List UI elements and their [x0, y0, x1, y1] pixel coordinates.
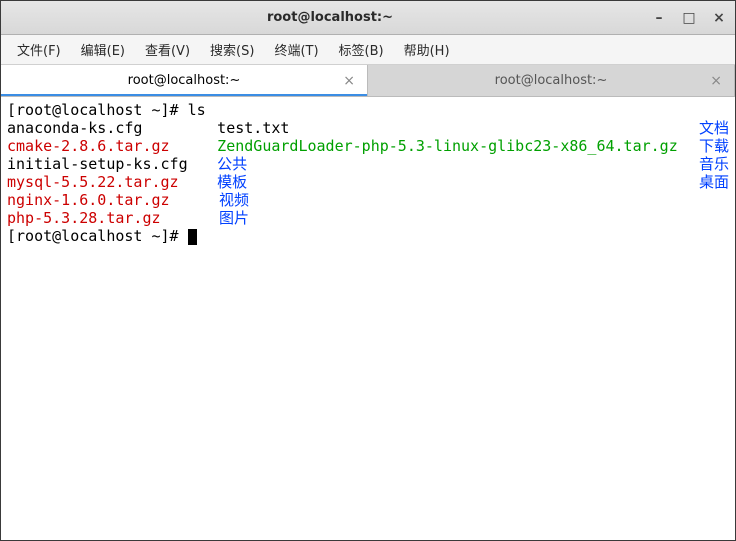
- file-anaconda: anaconda-ks.cfg: [7, 119, 217, 137]
- close-button[interactable]: ×: [711, 10, 727, 26]
- terminal-window: root@localhost:~ – □ × 文件(F) 编辑(E) 查看(V)…: [0, 0, 736, 541]
- tab-1[interactable]: root@localhost:~ ×: [1, 65, 368, 96]
- menubar: 文件(F) 编辑(E) 查看(V) 搜索(S) 终端(T) 标签(B) 帮助(H…: [1, 35, 735, 65]
- file-initial-setup: initial-setup-ks.cfg: [7, 155, 217, 173]
- ls-row-3: initial-setup-ks.cfg公共音乐: [7, 155, 729, 173]
- tab-2-label: root@localhost:~: [495, 73, 608, 88]
- ls-row-4: mysql-5.5.22.tar.gz模板桌面: [7, 173, 729, 191]
- tab-1-label: root@localhost:~: [128, 73, 241, 88]
- menu-terminal[interactable]: 终端(T): [264, 36, 328, 63]
- tab-2[interactable]: root@localhost:~ ×: [368, 65, 735, 96]
- file-mysql: mysql-5.5.22.tar.gz: [7, 173, 217, 191]
- file-cmake: cmake-2.8.6.tar.gz: [7, 137, 217, 155]
- menu-help[interactable]: 帮助(H): [394, 36, 460, 63]
- menu-search[interactable]: 搜索(S): [200, 36, 264, 63]
- window-controls: – □ ×: [651, 10, 727, 26]
- menu-tabs[interactable]: 标签(B): [329, 36, 394, 63]
- tab-bar: root@localhost:~ × root@localhost:~ ×: [1, 65, 735, 97]
- prompt-line-1: [root@localhost ~]# ls: [7, 101, 206, 119]
- dir-templates: 模板: [217, 173, 699, 191]
- file-zendguard: ZendGuardLoader-php-5.3-linux-glibc23-x8…: [217, 137, 699, 155]
- menu-file[interactable]: 文件(F): [7, 36, 71, 63]
- titlebar: root@localhost:~ – □ ×: [1, 1, 735, 35]
- maximize-button[interactable]: □: [681, 10, 697, 26]
- cursor: [188, 229, 197, 245]
- tab-1-close-icon[interactable]: ×: [343, 73, 355, 89]
- prompt-line-2: [root@localhost ~]#: [7, 227, 197, 245]
- tab-2-close-icon[interactable]: ×: [710, 73, 722, 89]
- dir-docs: 文档: [699, 119, 729, 137]
- dir-public: 公共: [217, 155, 699, 173]
- ls-row-2: cmake-2.8.6.tar.gzZendGuardLoader-php-5.…: [7, 137, 729, 155]
- dir-videos: 视频: [219, 191, 705, 209]
- menu-edit[interactable]: 编辑(E): [71, 36, 135, 63]
- menu-view[interactable]: 查看(V): [135, 36, 200, 63]
- window-title: root@localhost:~: [9, 10, 651, 25]
- dir-desktop: 桌面: [699, 173, 729, 191]
- ls-row-5: nginx-1.6.0.tar.gz视频: [7, 191, 729, 209]
- minimize-button[interactable]: –: [651, 10, 667, 26]
- ls-row-6: php-5.3.28.tar.gz图片: [7, 209, 729, 227]
- ls-row-1: anaconda-ks.cfgtest.txt文档: [7, 119, 729, 137]
- dir-downloads: 下载: [699, 137, 729, 155]
- dir-music: 音乐: [699, 155, 729, 173]
- file-test: test.txt: [217, 119, 699, 137]
- file-php: php-5.3.28.tar.gz: [7, 209, 219, 227]
- file-nginx: nginx-1.6.0.tar.gz: [7, 191, 219, 209]
- terminal-output[interactable]: [root@localhost ~]# ls anaconda-ks.cfgte…: [1, 97, 735, 540]
- dir-pictures: 图片: [219, 209, 705, 227]
